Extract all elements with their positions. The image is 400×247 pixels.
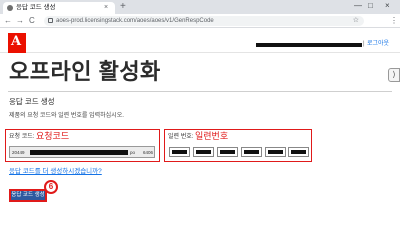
lock-icon[interactable] <box>48 18 53 23</box>
plus-icon[interactable]: + <box>120 2 126 12</box>
request-code-label: 요청 코드: <box>9 134 35 140</box>
minimize-button[interactable]: — <box>354 1 362 11</box>
logout-link[interactable]: 로그아웃 <box>367 40 389 48</box>
tab-favicon-icon <box>7 5 13 11</box>
serial-number-annotation: 일련번호 <box>195 131 229 141</box>
browser-toolbar: ← → C aoes-prod.licensingstack.com/aoes/… <box>0 14 400 28</box>
serial-segment-redacted <box>244 150 259 154</box>
request-code-suffix-end: 6406 <box>143 150 154 155</box>
generate-more-link[interactable]: 응답 코드를 더 생성하시겠습니까? <box>9 167 102 176</box>
site-header <box>0 29 400 53</box>
header-separator: | <box>363 41 365 47</box>
adobe-logo[interactable]: A <box>8 33 26 53</box>
serial-segment-redacted <box>172 150 187 154</box>
reload-icon[interactable]: C <box>29 15 35 26</box>
request-code-input[interactable]: 20449 po 6406 <box>9 146 155 158</box>
serial-segment-input[interactable] <box>217 147 238 157</box>
serial-segment-redacted <box>291 150 306 154</box>
maximize-button[interactable]: □ <box>368 1 373 11</box>
request-code-group: 요청 코드: 요청코드 20449 po 6406 <box>5 129 160 162</box>
url-text[interactable]: aoes-prod.licensingstack.com/aoes/aoes/v… <box>56 16 214 26</box>
serial-segment-input[interactable] <box>169 147 190 157</box>
forward-icon[interactable]: → <box>16 15 24 26</box>
request-code-prefix: 20449 <box>12 150 25 155</box>
generate-response-code-button[interactable]: 응답 코드 생성 <box>9 189 47 202</box>
menu-icon[interactable]: ⋮ <box>390 15 398 26</box>
serial-segment-input[interactable] <box>288 147 309 157</box>
section-title: 응답 코드 생성 <box>9 97 55 106</box>
browser-tab[interactable]: 응답 코드 생성 × <box>3 2 115 14</box>
serial-segment-redacted <box>220 150 235 154</box>
address-bar[interactable]: aoes-prod.licensingstack.com/aoes/aoes/v… <box>44 16 364 26</box>
tab-strip: 응답 코드 생성 × + — □ × <box>0 0 400 14</box>
title-divider <box>8 91 392 92</box>
back-icon[interactable]: ← <box>4 15 12 26</box>
side-panel-toggle[interactable]: ⟩ <box>388 68 400 82</box>
user-email-redacted <box>256 43 362 47</box>
instructions-text: 제품의 요청 코드와 일련 번호를 입력하십시오. <box>9 113 124 119</box>
tab-title: 응답 코드 생성 <box>16 4 56 11</box>
page-title: 오프라인 활성화 <box>9 59 161 84</box>
request-code-annotation: 요청코드 <box>36 131 70 141</box>
step-badge: 6 <box>44 180 58 194</box>
serial-number-label: 일련 번호: <box>168 134 194 140</box>
serial-segment-input[interactable] <box>193 147 214 157</box>
adobe-logo-letter: A <box>11 34 22 49</box>
request-code-suffix: po <box>130 150 136 155</box>
serial-segment-redacted <box>268 150 283 154</box>
serial-number-group: 일련 번호: 일련번호 <box>164 129 312 162</box>
close-icon[interactable]: × <box>104 3 108 13</box>
serial-segment-input[interactable] <box>241 147 262 157</box>
request-code-redacted <box>30 150 128 155</box>
star-icon[interactable]: ☆ <box>353 16 359 26</box>
serial-segment-input[interactable] <box>265 147 286 157</box>
window-close-button[interactable]: × <box>385 1 390 11</box>
serial-segment-redacted <box>196 150 211 154</box>
